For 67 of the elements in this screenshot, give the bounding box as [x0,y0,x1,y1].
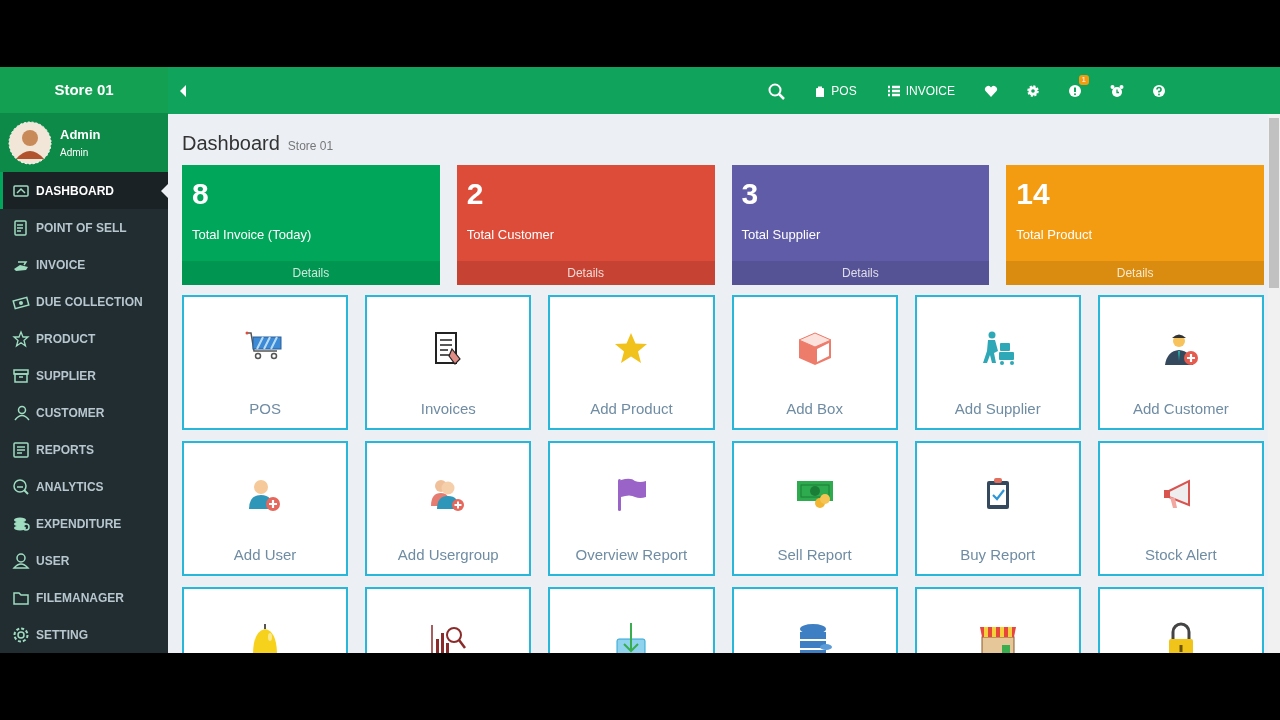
sidebar-item[interactable]: PRODUCT [0,320,168,357]
sidebar-item[interactable]: SETTING [0,616,168,653]
sidebar-item[interactable]: DASHBOARD [0,172,168,209]
help-icon [1152,83,1166,98]
sidebar-item[interactable]: USER [0,542,168,579]
sidebar-item[interactable]: INVOICE [0,246,168,283]
sidebar-item[interactable]: SUPPLIER [0,357,168,394]
shortcut-tile[interactable]: POS [182,295,349,430]
shortcut-tile[interactable]: Invoices [365,295,532,430]
stat-label: Total Customer [465,226,556,244]
stat-value: 3 [740,176,760,212]
stat-label: Total Product [1015,226,1094,244]
shortcut-tile[interactable]: Stock Alert [1097,441,1264,576]
page-subtitle: Store 01 [287,138,334,155]
sidebar-item[interactable]: CUSTOMER [0,394,168,431]
top-bar-button[interactable]: 1 [1054,71,1096,110]
shortcut-tile[interactable]: Add Product [548,295,715,430]
notification-badge: 1 [1078,74,1089,85]
list-icon [886,83,901,98]
details-link[interactable]: Details [182,261,440,285]
stat-label: Total Invoice (Today) [191,226,313,244]
stat-value: 8 [191,176,210,212]
user-icon [12,551,30,570]
stat-label: Total Supplier [740,226,822,244]
alarm-clock-icon [1110,83,1124,98]
scrollbar-thumb[interactable] [1269,118,1279,288]
stat-value: 2 [465,176,485,212]
search-icon [767,81,786,100]
sidebar-item[interactable]: REPORTS [0,431,168,468]
details-link[interactable]: Details [731,261,990,285]
sidebar-item[interactable]: EXPENDITURE [0,505,168,542]
user-name: Admin [60,126,101,145]
avatar-icon [8,120,52,165]
user-role: Admin [60,145,90,160]
alert-icon [1068,83,1082,98]
star-icon [12,329,30,348]
brand-title: Store 01 [54,79,114,100]
shortcut-tile[interactable]: Add Usergroup [365,441,532,576]
settings-icon [12,625,30,644]
shortcut-tile[interactable]: Buy Report [914,441,1081,576]
details-link[interactable]: Details [456,261,715,285]
settings-icon [1026,83,1040,98]
shortcut-tile[interactable]: Add Customer [1097,295,1264,430]
details-link[interactable]: Details [1006,261,1264,285]
report-icon [12,440,30,459]
sidebar-item[interactable]: ANALYTICS [0,468,168,505]
sidebar-item[interactable]: DUE COLLECTION [0,283,168,320]
top-nav-link[interactable]: INVOICE [871,81,970,100]
pointer-icon [161,184,168,198]
sidebar-item[interactable]: FILEMANAGER [0,579,168,616]
page-title: Dashboard [182,131,280,156]
checklist-icon [12,218,30,237]
stat-value: 14 [1015,176,1051,212]
shortcut-tile[interactable]: Overview Report [548,441,715,576]
heart-icon [984,83,998,98]
shortcut-tile[interactable]: Add Supplier [914,295,1081,430]
clipboard-icon [814,84,827,97]
scrollbar[interactable] [1268,114,1280,653]
shortcut-tile[interactable]: Sell Report [731,441,898,576]
sidebar-item[interactable]: POINT OF SELL [0,209,168,246]
caret-icon [178,83,188,98]
shortcut-tile[interactable]: Add User [182,441,349,576]
person-icon [12,403,30,422]
magnifier-icon [12,477,30,496]
top-nav-link[interactable]: POS [799,81,872,100]
archive-icon [12,366,30,385]
shortcut-tile[interactable]: Add Box [731,295,898,430]
